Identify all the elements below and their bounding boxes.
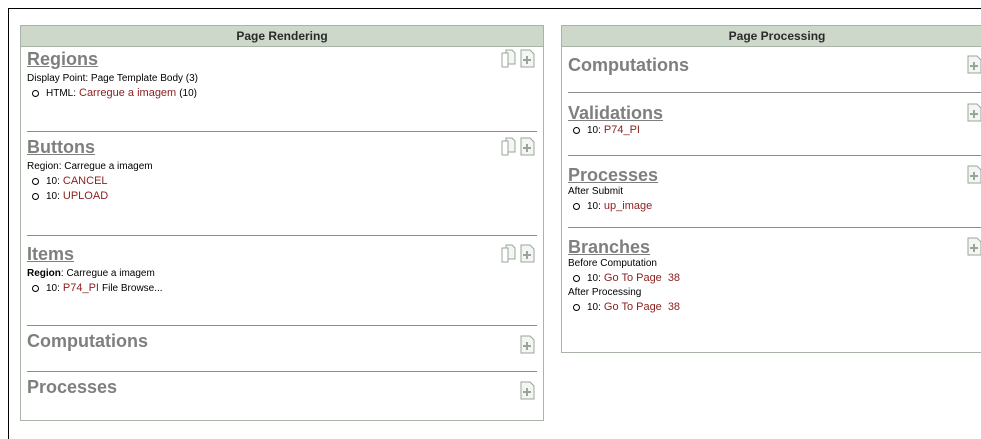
list-item: 10: up_image bbox=[573, 200, 981, 212]
bullet-icon bbox=[573, 126, 580, 134]
computations-section: Computations bbox=[21, 329, 543, 375]
validations-section: Validations 10: P74_PI bbox=[562, 93, 981, 157]
button-link-cancel[interactable]: CANCEL bbox=[63, 175, 108, 187]
proc-processes-section: Processes After Submit 10: up_image bbox=[562, 157, 981, 237]
process-link[interactable]: up_image bbox=[604, 200, 652, 212]
validations-title-link[interactable]: Validations bbox=[568, 93, 663, 124]
bullet-icon bbox=[573, 202, 580, 210]
copy-icon[interactable] bbox=[501, 49, 516, 68]
after-submit-label: After Submit bbox=[568, 186, 624, 197]
bullet-icon bbox=[573, 274, 580, 282]
processes-section: Processes bbox=[21, 375, 543, 415]
validations-icons bbox=[967, 103, 981, 122]
list-item: 10: CANCEL bbox=[32, 175, 537, 187]
add-icon[interactable] bbox=[967, 165, 981, 184]
page-rendering-header: Page Rendering bbox=[21, 26, 543, 47]
branches-icons bbox=[967, 237, 981, 256]
divider bbox=[568, 155, 981, 156]
divider bbox=[568, 227, 981, 228]
branches-section: Branches Before Computation 10: Go To Pa… bbox=[562, 237, 981, 313]
page-rendering-panel: Page Rendering Regions Display Point: Pa… bbox=[20, 25, 544, 421]
processes-icons bbox=[520, 381, 535, 400]
items-title-link[interactable]: Items bbox=[27, 242, 74, 265]
add-icon[interactable] bbox=[967, 103, 981, 122]
proc-processes-icons bbox=[967, 165, 981, 184]
after-processing-label: After Processing bbox=[568, 287, 642, 298]
branch-target[interactable]: 38 bbox=[668, 301, 680, 313]
list-item: HTML: Carregue a imagem (10) bbox=[32, 87, 537, 99]
items-icons bbox=[501, 244, 535, 263]
list-item: 10: P74_PI File Browse... bbox=[32, 282, 537, 294]
regions-display-point: Display Point: Page Template Body (3) bbox=[27, 73, 199, 84]
buttons-section: Buttons Region: Carregue a imagem 10: CA… bbox=[21, 135, 543, 242]
bullet-icon bbox=[32, 177, 39, 185]
region-link[interactable]: Carregue a imagem bbox=[79, 87, 176, 99]
computations-icons bbox=[520, 335, 535, 354]
copy-icon[interactable] bbox=[501, 244, 516, 263]
page-processing-panel: Page Processing Computations Validations… bbox=[561, 25, 981, 353]
add-icon[interactable] bbox=[967, 55, 981, 74]
branch-target[interactable]: 38 bbox=[668, 272, 680, 284]
regions-icons bbox=[501, 49, 535, 68]
add-icon[interactable] bbox=[967, 237, 981, 256]
list-item: 10: Go To Page 38 bbox=[573, 272, 981, 284]
regions-title-link[interactable]: Regions bbox=[27, 47, 98, 70]
before-computation-label: Before Computation bbox=[568, 258, 657, 269]
divider bbox=[27, 325, 537, 326]
page-processing-header: Page Processing bbox=[562, 26, 981, 47]
item-link[interactable]: P74_PI bbox=[63, 282, 99, 294]
proc-computations-icons bbox=[967, 55, 981, 74]
items-section: Items Region: Carregue a imagem 10: P74_… bbox=[21, 242, 543, 329]
branch-link[interactable]: Go To Page bbox=[604, 272, 662, 284]
items-region-label: Region: Carregue a imagem bbox=[27, 268, 155, 279]
list-item: 10: UPLOAD bbox=[32, 190, 537, 202]
processes-title: Processes bbox=[27, 377, 118, 397]
list-item: 10: Go To Page 38 bbox=[573, 301, 981, 313]
proc-computations-section: Computations bbox=[562, 47, 981, 93]
add-icon[interactable] bbox=[520, 137, 535, 156]
list-item: 10: P74_PI bbox=[573, 124, 981, 136]
bullet-icon bbox=[573, 303, 580, 311]
branches-title-link[interactable]: Branches bbox=[568, 237, 650, 258]
add-icon[interactable] bbox=[520, 244, 535, 263]
copy-icon[interactable] bbox=[501, 137, 516, 156]
add-icon[interactable] bbox=[520, 49, 535, 68]
bullet-icon bbox=[32, 284, 39, 292]
divider bbox=[27, 371, 537, 372]
proc-processes-title-link[interactable]: Processes bbox=[568, 157, 658, 186]
button-link-upload[interactable]: UPLOAD bbox=[63, 190, 108, 202]
validation-link[interactable]: P74_PI bbox=[604, 124, 640, 136]
add-icon[interactable] bbox=[520, 335, 535, 354]
bullet-icon bbox=[32, 192, 39, 200]
buttons-title-link[interactable]: Buttons bbox=[27, 135, 95, 158]
branch-link[interactable]: Go To Page bbox=[604, 301, 662, 313]
divider bbox=[27, 235, 537, 236]
buttons-region-label: Region: Carregue a imagem bbox=[27, 161, 153, 172]
regions-section: Regions Display Point: Page Template Bod… bbox=[21, 47, 543, 135]
add-icon[interactable] bbox=[520, 381, 535, 400]
computations-title: Computations bbox=[27, 331, 148, 351]
divider bbox=[27, 131, 537, 132]
proc-computations-title: Computations bbox=[568, 55, 689, 75]
bullet-icon bbox=[32, 89, 39, 97]
buttons-icons bbox=[501, 137, 535, 156]
